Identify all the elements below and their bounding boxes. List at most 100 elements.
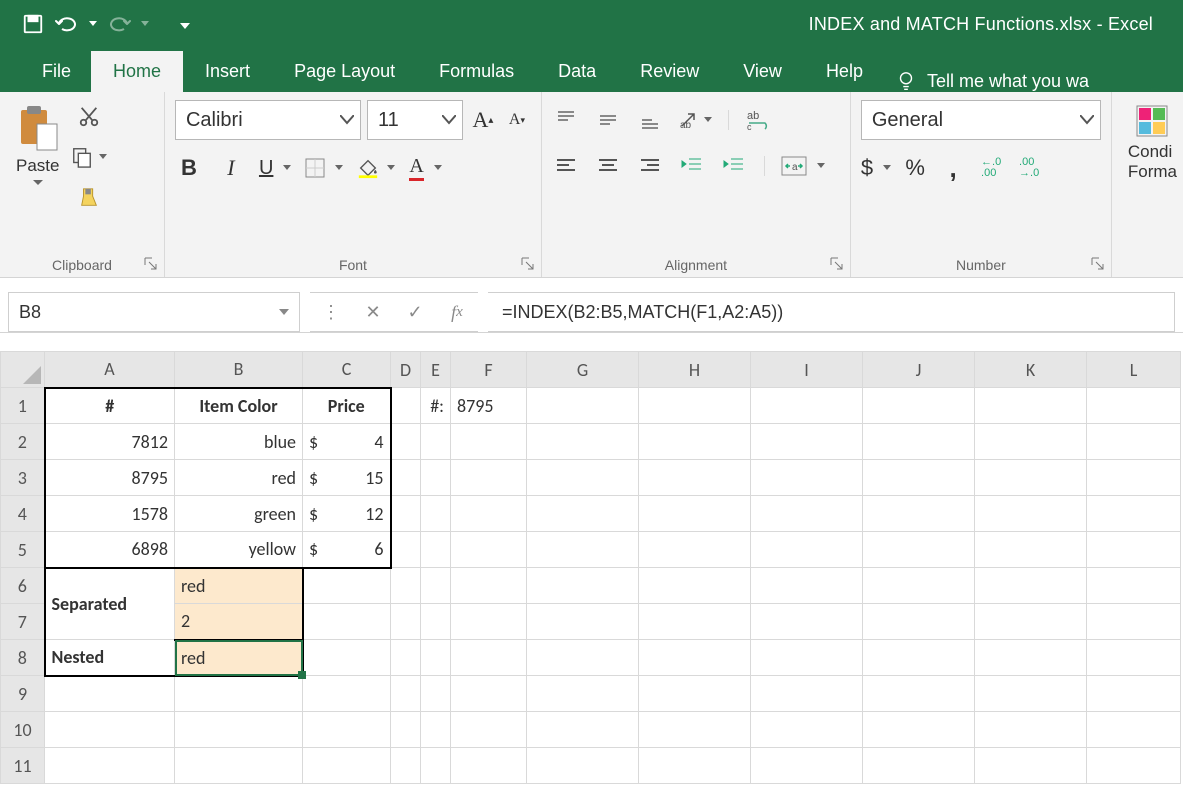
cell-D3[interactable] <box>391 460 421 496</box>
cell-B11[interactable] <box>175 748 303 784</box>
percent-button[interactable]: % <box>901 154 929 182</box>
cell-G4[interactable] <box>527 496 639 532</box>
cell-L7[interactable] <box>1087 604 1181 640</box>
underline-button[interactable]: U <box>259 154 291 182</box>
cell-L10[interactable] <box>1087 712 1181 748</box>
cell-H8[interactable] <box>639 640 751 676</box>
cell-D5[interactable] <box>391 532 421 568</box>
merge-center-icon[interactable]: a <box>781 152 825 180</box>
row-header-9[interactable]: 9 <box>1 676 45 712</box>
col-header-J[interactable]: J <box>863 352 975 388</box>
cell-E6[interactable] <box>421 568 451 604</box>
cell-C8[interactable] <box>303 640 391 676</box>
cell-L1[interactable] <box>1087 388 1181 424</box>
decrease-indent-icon[interactable] <box>678 152 706 180</box>
cell-J4[interactable] <box>863 496 975 532</box>
enter-icon[interactable]: ✓ <box>394 302 436 323</box>
cell-L5[interactable] <box>1087 532 1181 568</box>
cell-A10[interactable] <box>45 712 175 748</box>
col-header-H[interactable]: H <box>639 352 751 388</box>
cell-L4[interactable] <box>1087 496 1181 532</box>
cell-L9[interactable] <box>1087 676 1181 712</box>
cell-F10[interactable] <box>451 712 527 748</box>
row-header-10[interactable]: 10 <box>1 712 45 748</box>
cell-E4[interactable] <box>421 496 451 532</box>
cell-L3[interactable] <box>1087 460 1181 496</box>
cell-C11[interactable] <box>303 748 391 784</box>
row-header-4[interactable]: 4 <box>1 496 45 532</box>
cell-L8[interactable] <box>1087 640 1181 676</box>
cell-D1[interactable] <box>391 388 421 424</box>
cell-I1[interactable] <box>751 388 863 424</box>
row-header-1[interactable]: 1 <box>1 388 45 424</box>
col-header-E[interactable]: E <box>421 352 451 388</box>
tab-review[interactable]: Review <box>618 51 721 92</box>
cell-C1[interactable]: Price <box>303 388 391 424</box>
cell-A4[interactable]: 1578 <box>45 496 175 532</box>
cell-K5[interactable] <box>975 532 1087 568</box>
cell-B9[interactable] <box>175 676 303 712</box>
cell-D6[interactable] <box>391 568 421 604</box>
cell-L2[interactable] <box>1087 424 1181 460</box>
cell-K3[interactable] <box>975 460 1087 496</box>
row-header-5[interactable]: 5 <box>1 532 45 568</box>
cell-G5[interactable] <box>527 532 639 568</box>
cell-I2[interactable] <box>751 424 863 460</box>
cell-B7[interactable]: 2 <box>175 604 303 640</box>
cell-B4[interactable]: green <box>175 496 303 532</box>
row-header-6[interactable]: 6 <box>1 568 45 604</box>
cell-L11[interactable] <box>1087 748 1181 784</box>
align-top-icon[interactable] <box>552 106 580 134</box>
cell-I10[interactable] <box>751 712 863 748</box>
align-center-icon[interactable] <box>594 152 622 180</box>
cell-G1[interactable] <box>527 388 639 424</box>
cell-K10[interactable] <box>975 712 1087 748</box>
align-left-icon[interactable] <box>552 152 580 180</box>
dialog-launcher-icon[interactable] <box>1091 257 1105 271</box>
cell-F11[interactable] <box>451 748 527 784</box>
cell-B1[interactable]: Item Color <box>175 388 303 424</box>
paste-button[interactable]: Paste <box>10 100 65 190</box>
dialog-launcher-icon[interactable] <box>144 257 158 271</box>
orientation-icon[interactable]: ab <box>678 106 712 134</box>
align-middle-icon[interactable] <box>594 106 622 134</box>
font-size-combo[interactable]: 11 <box>367 100 463 140</box>
dialog-launcher-icon[interactable] <box>521 257 535 271</box>
decrease-font-icon[interactable]: A▾ <box>503 106 531 134</box>
cell-J9[interactable] <box>863 676 975 712</box>
cell-D10[interactable] <box>391 712 421 748</box>
cell-A9[interactable] <box>45 676 175 712</box>
tab-formulas[interactable]: Formulas <box>417 51 536 92</box>
cell-K1[interactable] <box>975 388 1087 424</box>
fx-icon[interactable]: fx <box>436 302 478 323</box>
col-header-B[interactable]: B <box>175 352 303 388</box>
cell-H5[interactable] <box>639 532 751 568</box>
fill-color-button[interactable] <box>357 154 395 182</box>
cell-I11[interactable] <box>751 748 863 784</box>
cell-F4[interactable] <box>451 496 527 532</box>
align-right-icon[interactable] <box>636 152 664 180</box>
cell-C7[interactable] <box>303 604 391 640</box>
cell-D2[interactable] <box>391 424 421 460</box>
cell-K9[interactable] <box>975 676 1087 712</box>
cell-E7[interactable] <box>421 604 451 640</box>
col-header-D[interactable]: D <box>391 352 421 388</box>
cell-D7[interactable] <box>391 604 421 640</box>
cell-A1[interactable]: # <box>45 388 175 424</box>
save-icon[interactable] <box>20 11 46 37</box>
cell-E1[interactable]: #: <box>421 388 451 424</box>
cell-I4[interactable] <box>751 496 863 532</box>
cell-E3[interactable] <box>421 460 451 496</box>
increase-font-icon[interactable]: A▴ <box>469 106 497 134</box>
cell-G7[interactable] <box>527 604 639 640</box>
cell-I6[interactable] <box>751 568 863 604</box>
cell-K11[interactable] <box>975 748 1087 784</box>
cell-C5[interactable]: $6 <box>303 532 391 568</box>
cell-F3[interactable] <box>451 460 527 496</box>
font-name-combo[interactable]: Calibri <box>175 100 361 140</box>
cell-J5[interactable] <box>863 532 975 568</box>
format-painter-icon[interactable] <box>78 186 100 210</box>
cell-C4[interactable]: $12 <box>303 496 391 532</box>
cell-B8[interactable]: red <box>175 640 303 676</box>
cell-F7[interactable] <box>451 604 527 640</box>
